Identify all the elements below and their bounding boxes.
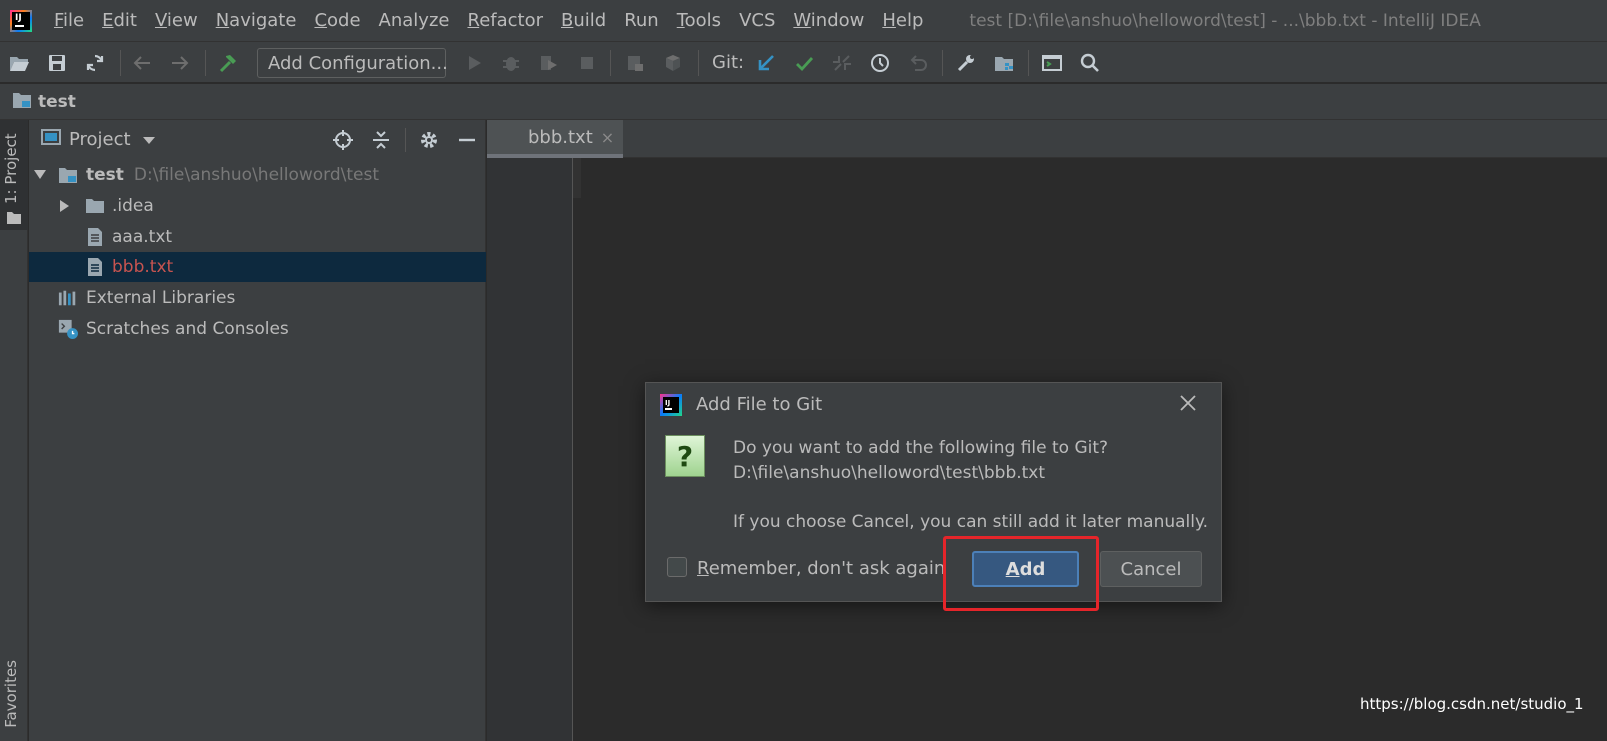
remember-checkbox-label[interactable]: Remember, don't ask again — [697, 558, 945, 579]
menu-vcs[interactable]: VCS — [739, 10, 775, 31]
tree-label-external-libraries: External Libraries — [86, 288, 236, 308]
project-tool-window-button[interactable]: 1: Project — [0, 120, 28, 230]
git-compare-icon[interactable] — [829, 50, 855, 76]
libraries-icon — [58, 288, 78, 308]
menu-bar: IJ File Edit View Navigate Code Analyze … — [0, 0, 1607, 41]
menu-run[interactable]: Run — [624, 10, 659, 31]
intellij-logo-icon: IJ — [660, 394, 682, 420]
dialog-file-path: D:\file\anshuo\helloword\test\bbb.txt — [733, 463, 1046, 483]
build-hammer-icon[interactable] — [215, 50, 241, 76]
search-icon[interactable] — [1077, 50, 1103, 76]
tree-item-test-root[interactable]: test D:\file\anshuo\helloword\test — [29, 160, 486, 190]
synchronize-icon[interactable] — [82, 50, 108, 76]
annotation-highlight-box — [943, 536, 1099, 611]
tree-label-idea: .idea — [112, 196, 154, 216]
breadcrumb-project[interactable]: test — [38, 92, 76, 112]
editor-tab-label: bbb.txt — [528, 126, 593, 148]
menu-file[interactable]: File — [54, 10, 84, 31]
menu-edit[interactable]: Edit — [102, 10, 137, 31]
project-panel: Project test D:\file\anshuo\helloword\tes… — [29, 120, 486, 741]
navigation-bar: test — [0, 84, 1607, 120]
menu-build[interactable]: Build — [561, 10, 606, 31]
menu-refactor[interactable]: Refactor — [467, 10, 543, 31]
tree-item-external-libraries[interactable]: External Libraries — [29, 283, 486, 313]
settings-wrench-icon[interactable] — [953, 50, 979, 76]
tool-window-stripe: 1: Project Favorites — [0, 120, 28, 741]
gear-icon[interactable] — [417, 128, 441, 152]
expanded-arrow-icon[interactable] — [33, 168, 47, 182]
menu-code[interactable]: Code — [314, 10, 360, 31]
project-panel-title[interactable]: Project — [69, 129, 131, 150]
svg-text:IJ: IJ — [665, 399, 670, 407]
run-with-coverage-icon[interactable] — [536, 50, 562, 76]
locate-crosshair-icon[interactable] — [331, 128, 355, 152]
git-label: Git: — [712, 52, 745, 73]
stop-icon[interactable] — [574, 50, 600, 76]
editor-tab-bbb-txt[interactable]: bbb.txt × — [487, 120, 623, 158]
forward-arrow-icon[interactable] — [167, 50, 193, 76]
menu-view[interactable]: View — [155, 10, 198, 31]
menu-analyze[interactable]: Analyze — [379, 10, 450, 31]
project-view-icon — [41, 128, 61, 150]
menu-navigate[interactable]: Navigate — [216, 10, 297, 31]
folder-icon — [85, 196, 105, 216]
editor-gutter — [487, 158, 573, 741]
tree-item-bbb-txt[interactable]: bbb.txt — [29, 252, 486, 282]
save-all-icon[interactable] — [44, 50, 70, 76]
project-structure-folder-icon[interactable] — [991, 50, 1017, 76]
git-update-icon[interactable] — [753, 50, 779, 76]
tree-label-aaa: aaa.txt — [112, 227, 173, 247]
scratches-icon — [58, 319, 78, 339]
watermark: https://blog.csdn.net/studio_1 — [1360, 695, 1584, 713]
intellij-logo-icon: IJ — [10, 9, 32, 32]
folder-icon — [6, 210, 22, 229]
collapsed-arrow-icon[interactable] — [58, 199, 72, 213]
dialog-message-hint: If you choose Cancel, you can still add … — [733, 512, 1209, 532]
git-commit-icon[interactable] — [791, 50, 817, 76]
close-icon[interactable] — [1176, 391, 1200, 415]
rollback-icon[interactable] — [905, 50, 931, 76]
caret-line-highlight — [573, 158, 581, 198]
back-arrow-icon[interactable] — [129, 50, 155, 76]
question-icon: ? — [665, 435, 705, 477]
dialog-title: Add File to Git — [696, 394, 823, 415]
tree-root-name: test — [86, 165, 124, 185]
minimize-icon[interactable] — [455, 128, 479, 152]
add-file-to-git-dialog: IJ Add File to Git ? Do you want to add … — [645, 382, 1222, 602]
chevron-down-icon[interactable] — [142, 130, 155, 149]
cancel-button[interactable]: Cancel — [1100, 551, 1202, 587]
terminal-icon[interactable] — [1039, 50, 1065, 76]
project-structure-icon[interactable] — [660, 50, 686, 76]
tree-root-path: D:\file\anshuo\helloword\test — [133, 165, 380, 185]
run-icon[interactable] — [461, 50, 487, 76]
debug-icon[interactable] — [498, 50, 524, 76]
collapse-all-icon[interactable] — [369, 128, 393, 152]
menu-window[interactable]: Window — [793, 10, 864, 31]
tree-label-bbb: bbb.txt — [112, 257, 174, 277]
window-title: test [D:\file\anshuo\helloword\test] - .… — [969, 10, 1481, 31]
module-folder-icon — [58, 165, 78, 185]
tree-item-aaa-txt[interactable]: aaa.txt — [29, 222, 486, 252]
editor-tab-bar: bbb.txt × — [487, 120, 1607, 158]
project-folder-icon — [12, 91, 32, 113]
open-folder-icon[interactable] — [6, 50, 32, 76]
tree-item-idea[interactable]: .idea — [29, 191, 486, 221]
remember-checkbox[interactable] — [667, 557, 687, 577]
close-icon[interactable]: × — [601, 128, 614, 147]
add-configuration-button[interactable]: Add Configuration... — [257, 48, 448, 78]
dialog-message-line1: Do you want to add the following file to… — [733, 438, 1109, 458]
tree-item-scratches[interactable]: Scratches and Consoles — [29, 314, 486, 344]
main-toolbar: Add Configuration... Git: — [0, 41, 1607, 83]
menu-help[interactable]: Help — [882, 10, 923, 31]
menu-tools[interactable]: Tools — [677, 10, 721, 31]
history-clock-icon[interactable] — [867, 50, 893, 76]
favorites-tab[interactable]: Favorites — [2, 660, 20, 728]
tree-label-scratches: Scratches and Consoles — [86, 319, 289, 339]
text-file-icon — [85, 257, 105, 277]
attach-debugger-icon[interactable] — [622, 50, 648, 76]
project-tab-label: 1: Project — [2, 133, 20, 204]
text-file-icon — [85, 227, 105, 247]
project-panel-header: Project — [29, 120, 486, 158]
